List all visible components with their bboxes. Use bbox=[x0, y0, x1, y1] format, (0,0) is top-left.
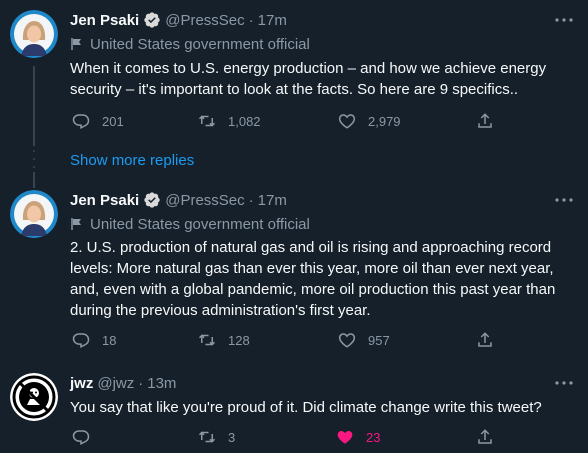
display-name[interactable]: Jen Psaki bbox=[70, 12, 139, 29]
like-icon bbox=[336, 329, 358, 351]
share-icon bbox=[474, 329, 496, 351]
more-icon[interactable] bbox=[552, 190, 576, 210]
thread-dots bbox=[33, 158, 35, 160]
government-flag-icon bbox=[71, 38, 81, 50]
retweet-button[interactable]: 128 bbox=[196, 329, 250, 351]
government-label[interactable]: United States government official bbox=[70, 214, 310, 234]
like-icon bbox=[336, 110, 358, 132]
reply-button[interactable]: 201 bbox=[70, 110, 124, 132]
tweet-text: 2. U.S. production of natural gas and oi… bbox=[70, 239, 556, 319]
share-icon bbox=[474, 426, 496, 448]
avatar[interactable] bbox=[10, 10, 58, 58]
verified-icon bbox=[143, 191, 161, 209]
retweet-button[interactable]: 1,082 bbox=[196, 110, 261, 132]
timestamp[interactable]: 17m bbox=[258, 12, 287, 29]
separator: · bbox=[248, 191, 254, 209]
thread-dots bbox=[33, 166, 35, 168]
like-count: 957 bbox=[368, 332, 390, 348]
tweet[interactable]: jwz @jwz · 13m You say that like you're … bbox=[0, 364, 588, 453]
government-label[interactable]: United States government official bbox=[70, 34, 310, 54]
reply-button[interactable] bbox=[70, 426, 92, 448]
retweet-count: 1,082 bbox=[228, 113, 261, 129]
avatar[interactable] bbox=[10, 373, 58, 421]
handle[interactable]: @jwz bbox=[97, 375, 134, 392]
tweet-actions: 201 1,082 2,979 bbox=[70, 110, 500, 132]
retweet-icon bbox=[196, 329, 218, 351]
retweet-button[interactable]: 3 bbox=[196, 426, 235, 448]
more-icon[interactable] bbox=[552, 10, 576, 30]
reply-button[interactable]: 18 bbox=[70, 329, 116, 351]
tweet[interactable]: Jen Psaki @PressSec · 17m United States … bbox=[0, 180, 588, 358]
display-name[interactable]: Jen Psaki bbox=[70, 192, 139, 209]
timestamp[interactable]: 13m bbox=[147, 375, 176, 392]
like-count: 23 bbox=[366, 429, 381, 445]
label-text: United States government official bbox=[90, 35, 310, 53]
handle[interactable]: @PressSec bbox=[165, 192, 244, 209]
tweet-text: When it comes to U.S. energy production … bbox=[70, 60, 547, 98]
reply-icon bbox=[70, 110, 92, 132]
reply-icon bbox=[70, 329, 92, 351]
more-icon[interactable] bbox=[552, 373, 576, 393]
tweet-text: You say that like you're proud of it. Di… bbox=[70, 399, 542, 416]
reply-count: 18 bbox=[102, 332, 117, 348]
like-button[interactable]: 957 bbox=[336, 329, 390, 351]
reply-count: 201 bbox=[102, 113, 124, 129]
share-button[interactable] bbox=[474, 426, 496, 448]
tweet[interactable]: Jen Psaki @PressSec · 17m United States … bbox=[0, 0, 588, 146]
tweet-actions: 18 128 957 bbox=[70, 329, 500, 351]
like-count: 2,979 bbox=[368, 113, 401, 129]
like-button[interactable]: 23 bbox=[334, 426, 380, 448]
avatar[interactable] bbox=[10, 190, 58, 238]
share-button[interactable] bbox=[474, 329, 496, 351]
verified-icon bbox=[143, 11, 161, 29]
separator: · bbox=[248, 11, 254, 29]
retweet-count: 3 bbox=[228, 429, 236, 445]
thread-dots bbox=[33, 150, 35, 152]
timestamp[interactable]: 17m bbox=[258, 192, 287, 209]
government-flag-icon bbox=[71, 218, 81, 230]
share-button[interactable] bbox=[474, 110, 496, 132]
like-icon bbox=[334, 426, 356, 448]
label-text: United States government official bbox=[90, 215, 310, 233]
display-name[interactable]: jwz bbox=[70, 375, 93, 392]
show-more-replies-link[interactable]: Show more replies bbox=[70, 150, 194, 170]
retweet-count: 128 bbox=[228, 332, 250, 348]
retweet-icon bbox=[196, 110, 218, 132]
reply-icon bbox=[70, 426, 92, 448]
retweet-icon bbox=[196, 426, 218, 448]
handle[interactable]: @PressSec bbox=[165, 12, 244, 29]
share-icon bbox=[474, 110, 496, 132]
separator: · bbox=[138, 374, 144, 392]
like-button[interactable]: 2,979 bbox=[336, 110, 401, 132]
tweet-actions: 3 23 bbox=[70, 426, 500, 448]
